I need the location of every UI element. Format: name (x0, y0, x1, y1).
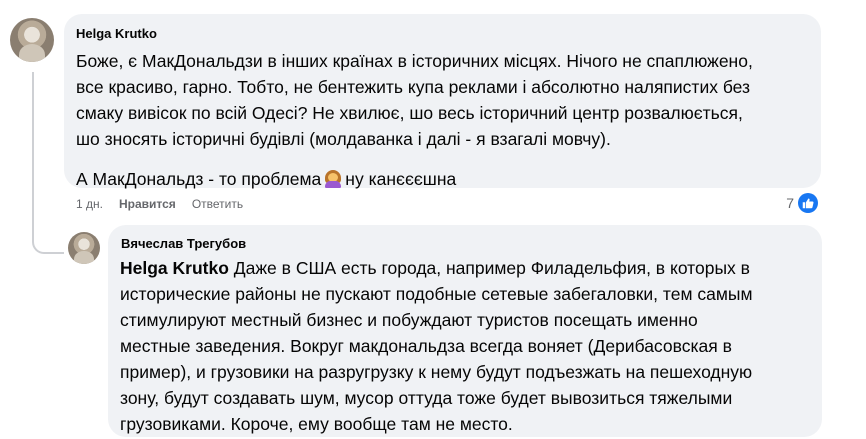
avatar[interactable] (10, 18, 54, 62)
like-icon (798, 193, 818, 213)
avatar[interactable] (68, 232, 100, 264)
reply-text: Helga Krutko Даже в США есть города, нап… (120, 255, 752, 437)
like-button[interactable]: Нравится (119, 197, 176, 211)
woman-facepalming-emoji-icon (324, 170, 342, 188)
comment-line: А МакДональдз - то проблема ну канєєєшна (76, 166, 753, 192)
comment-text: Боже, є МакДональдзи в інших країнах в і… (76, 48, 753, 192)
comment-author[interactable]: Helga Krutko (76, 26, 157, 41)
reply-author[interactable]: Вячеслав Трегубов (121, 236, 246, 251)
comment-actions: 1 дн. Нравится Ответить (76, 197, 243, 211)
thread-connector (32, 214, 64, 254)
comment-line-end: ну канєєєшна (345, 169, 457, 189)
comment-timestamp[interactable]: 1 дн. (76, 197, 103, 211)
reply-bubble: Вячеслав Трегубов Helga Krutko Даже в СШ… (108, 225, 822, 437)
reply-line: стимулируют местный бизнес и побуждают т… (120, 310, 698, 330)
reply-line: зону, будут создавать шум, мусор оттуда … (120, 388, 733, 408)
reply-line: Helga Krutko Даже в США есть города, нап… (120, 255, 752, 281)
comment-line: Боже, є МакДональдзи в інших країнах в і… (76, 51, 753, 71)
reply-line: исторические районы не пускают подобные … (120, 284, 753, 304)
reply-line: местные заведения. Вокруг макдональдза в… (120, 336, 732, 356)
mention-link[interactable]: Helga Krutko (120, 258, 229, 278)
reaction-summary[interactable]: 7 (786, 193, 818, 213)
reply-line: грузовиками. Короче, ему вообще там не м… (120, 414, 513, 434)
thread-connector-vertical (32, 72, 34, 216)
reply-line: пример), и грузовики на разругрузку к не… (120, 362, 753, 382)
comment-line: смаку вивісок по всій Одесі? Не хвилює, … (76, 103, 743, 123)
comment-line-start: А МакДональдз - то проблема (76, 169, 322, 189)
reply-line-rest: Даже в США есть города, например Филадел… (228, 258, 750, 278)
comment-line: шо зносять історичні будівлі (молдаванка… (76, 129, 611, 149)
reaction-count: 7 (786, 195, 794, 211)
comment-bubble: Helga Krutko Боже, є МакДональдзи в інши… (64, 14, 821, 189)
comment-line: все красиво, гарно. Тобто, не бентежить … (76, 77, 751, 97)
reply-button[interactable]: Ответить (192, 197, 243, 211)
